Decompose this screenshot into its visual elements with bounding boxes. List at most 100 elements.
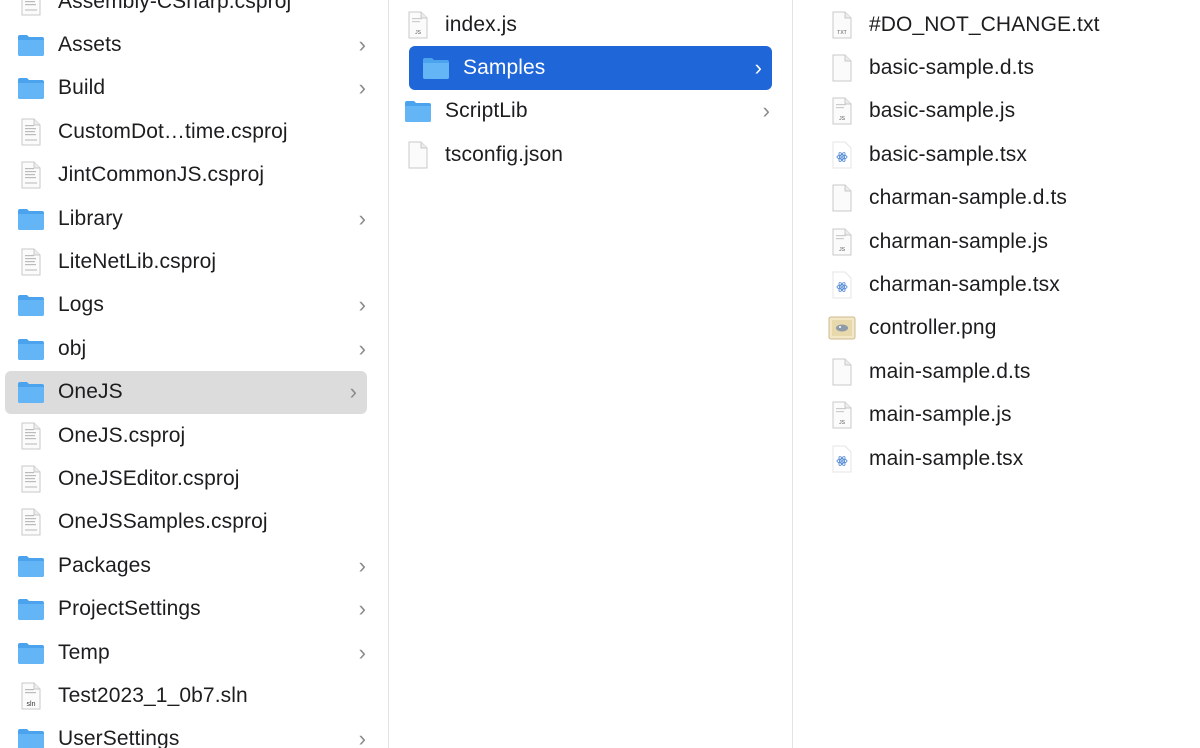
js-file-icon: JS [827,400,857,430]
svg-text:JS: JS [415,30,422,36]
file-row-index-js[interactable]: JS index.js [389,3,792,46]
item-label: controller.png [869,316,997,340]
chevron-right-icon: › [358,596,366,622]
folder-row-library[interactable]: Library › [0,197,388,240]
finder-column-view: Assembly-CSharp.csproj Assets › Build › Custo… [0,0,1200,748]
file-row-controller-png[interactable]: controller.png [793,307,1200,350]
svg-text:JS: JS [839,116,846,122]
folder-row-samples[interactable]: Samples › [409,46,772,90]
file-row-basic-sample-js[interactable]: JS basic-sample.js [793,90,1200,133]
folder-row-packages[interactable]: Packages › [0,544,388,587]
folder-row-obj[interactable]: obj › [0,327,388,370]
column-samples[interactable]: TXT #DO_NOT_CHANGE.txt basic-sample.d.ts JS… [793,0,1200,748]
document-icon [16,247,46,277]
chevron-right-icon: › [358,292,366,318]
column-onejs[interactable]: JS index.js Samples › ScriptLib › tsconfig.jso… [389,0,793,748]
item-label: LiteNetLib.csproj [58,250,217,274]
item-label: OneJS.csproj [58,423,186,447]
chevron-right-icon: › [358,32,366,58]
file-row-tsconfig-json[interactable]: tsconfig.json [389,133,792,176]
blank-file-icon [403,140,433,170]
file-row-charman-sample-d-ts[interactable]: charman-sample.d.ts [793,177,1200,220]
item-label: OneJSSamples.csproj [58,510,268,534]
image-file-icon [827,313,857,343]
file-row-main-sample-js[interactable]: JS main-sample.js [793,394,1200,437]
file-row-main-sample-d-ts[interactable]: main-sample.d.ts [793,350,1200,393]
folder-row-logs[interactable]: Logs › [0,284,388,327]
document-icon [16,0,46,17]
item-label: basic-sample.js [869,99,1016,123]
chevron-right-icon: › [358,726,366,748]
folder-icon [16,290,46,320]
file-row-onejseditor-csproj[interactable]: OneJSEditor.csproj [0,457,388,500]
chevron-right-icon: › [349,379,357,405]
item-label: charman-sample.tsx [869,273,1060,297]
item-label: CustomDot…time.csproj [58,119,288,143]
file-row-onejs-csproj[interactable]: OneJS.csproj [0,414,388,457]
file-row-onejssamples-csproj[interactable]: OneJSSamples.csproj [0,501,388,544]
file-row-main-sample-tsx[interactable]: main-sample.tsx [793,437,1200,480]
chevron-right-icon: › [358,205,366,231]
folder-icon [16,204,46,234]
item-label: OneJS [58,380,123,404]
document-icon [16,160,46,190]
folder-icon [16,73,46,103]
item-label: main-sample.tsx [869,446,1024,470]
file-row-basic-sample-d-ts[interactable]: basic-sample.d.ts [793,46,1200,89]
item-label: main-sample.d.ts [869,359,1031,383]
item-label: Test2023_1_0b7.sln [58,683,248,707]
item-label: Logs [58,293,104,317]
item-label: Packages [58,553,152,577]
file-row-jintcommonjs-csproj[interactable]: JintCommonJS.csproj [0,154,388,197]
folder-row-usersettings[interactable]: UserSettings › [0,718,388,748]
folder-icon [16,30,46,60]
react-file-icon [827,444,857,474]
item-label: Build [58,76,106,100]
item-label: Assembly-CSharp.csproj [58,0,292,13]
folder-row-projectsettings[interactable]: ProjectSettings › [0,587,388,630]
item-label: Temp [58,640,110,664]
column-project-root[interactable]: Assembly-CSharp.csproj Assets › Build › Custo… [0,0,389,748]
react-file-icon [827,270,857,300]
folder-icon [421,53,451,83]
js-file-icon: JS [827,96,857,126]
file-row-customdot-time-csproj[interactable]: CustomDot…time.csproj [0,110,388,153]
document-icon [16,507,46,537]
txt-file-icon: TXT [827,10,857,40]
document-icon [16,117,46,147]
file-row-litenetlib-csproj[interactable]: LiteNetLib.csproj [0,240,388,283]
sln-file-icon: sln [16,681,46,711]
js-file-icon: JS [403,10,433,40]
folder-icon [16,594,46,624]
item-label: OneJSEditor.csproj [58,466,240,490]
chevron-right-icon: › [762,98,770,124]
file-row-assembly-csharp-csproj[interactable]: Assembly-CSharp.csproj [0,0,388,23]
file-row-do-not-change-txt[interactable]: TXT #DO_NOT_CHANGE.txt [793,3,1200,46]
item-label: JintCommonJS.csproj [58,163,265,187]
chevron-right-icon: › [358,75,366,101]
item-label: charman-sample.js [869,229,1049,253]
chevron-right-icon: › [358,335,366,361]
chevron-right-icon: › [358,639,366,665]
blank-file-icon [827,357,857,387]
file-row-basic-sample-tsx[interactable]: basic-sample.tsx [793,133,1200,176]
blank-file-icon [827,53,857,83]
item-label: tsconfig.json [445,142,564,166]
file-row-test2023-1-0b7-sln[interactable]: sln Test2023_1_0b7.sln [0,674,388,717]
file-row-charman-sample-js[interactable]: JS charman-sample.js [793,220,1200,263]
document-icon [16,421,46,451]
folder-row-onejs[interactable]: OneJS › [5,370,367,414]
folder-icon [16,551,46,581]
chevron-right-icon: › [358,552,366,578]
js-file-icon: JS [827,227,857,257]
file-row-charman-sample-tsx[interactable]: charman-sample.tsx [793,263,1200,306]
item-label: obj [58,336,87,360]
folder-row-assets[interactable]: Assets › [0,23,388,66]
folder-row-scriptlib[interactable]: ScriptLib › [389,90,792,133]
folder-row-build[interactable]: Build › [0,67,388,110]
folder-row-temp[interactable]: Temp › [0,631,388,674]
blank-file-icon [827,183,857,213]
document-icon [16,464,46,494]
item-label: Library [58,206,123,230]
item-label: ProjectSettings [58,597,201,621]
